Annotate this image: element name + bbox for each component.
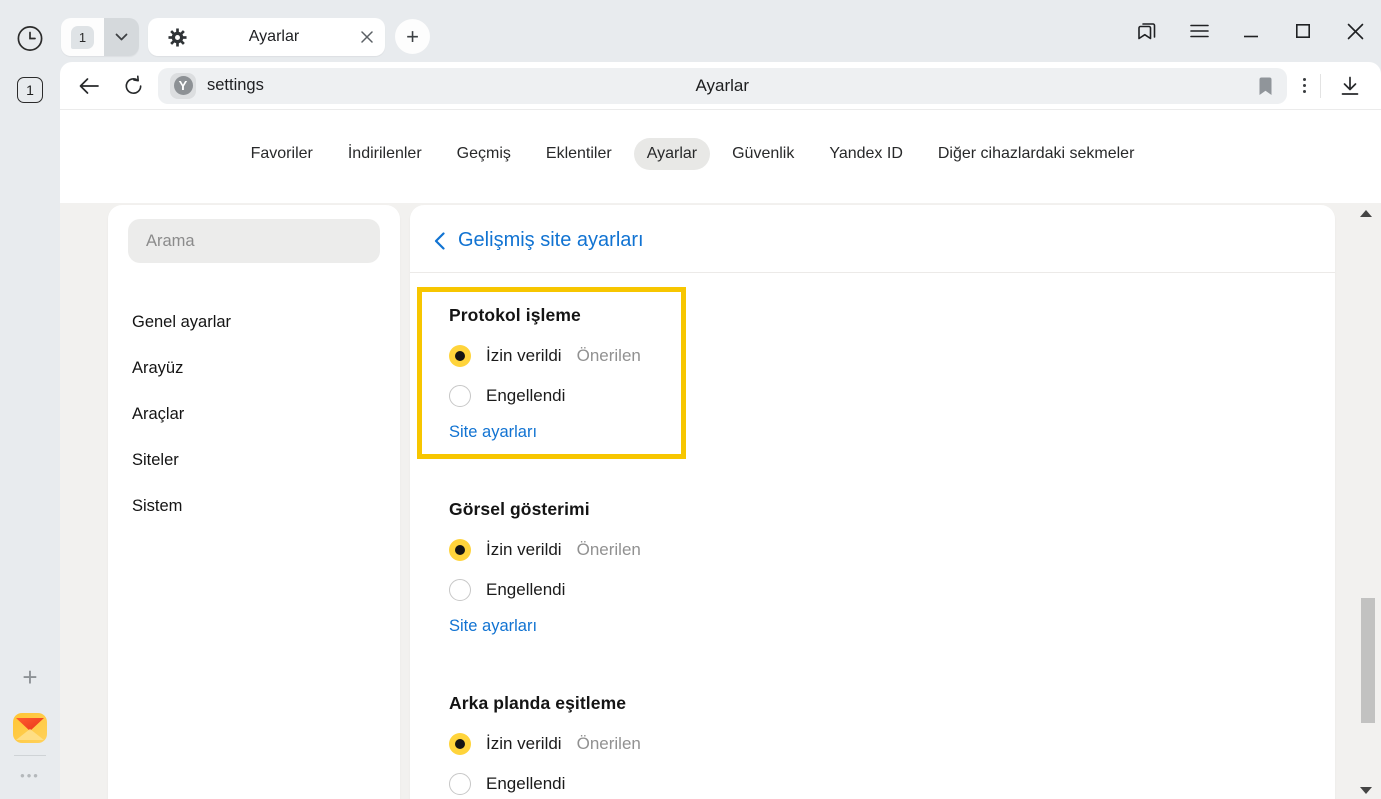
- section-title: Protokol işleme: [449, 305, 681, 326]
- sidebar-item-araclar[interactable]: Araçlar: [128, 395, 380, 434]
- section-page-title: Gelişmiş site ayarları: [458, 229, 644, 252]
- settings-nav: Favoriler İndirilenler Geçmiş Eklentiler…: [60, 138, 1325, 170]
- section-arka-planda-esitleme: Arka planda eşitleme İzin verildi Öneril…: [417, 675, 686, 799]
- radio-option-engellendi[interactable]: Engellendi: [449, 376, 681, 416]
- yandex-mail-icon[interactable]: [12, 710, 48, 746]
- search-input[interactable]: [128, 219, 380, 263]
- nav-tab-favoriler[interactable]: Favoriler: [238, 138, 326, 170]
- recommended-hint: Önerilen: [577, 734, 641, 754]
- maximize-icon[interactable]: [1277, 9, 1329, 53]
- tab-close-icon[interactable]: [361, 31, 373, 43]
- browser-window: Y settings Ayarlar Favoriler İndirilenle…: [60, 62, 1381, 799]
- rail-divider: [14, 755, 46, 756]
- advanced-site-settings-header[interactable]: Gelişmiş site ayarları: [410, 205, 1335, 273]
- panels-bookmarks-icon[interactable]: [1121, 9, 1173, 53]
- radio-selected-icon[interactable]: [449, 733, 471, 755]
- section-gorsel-gosterimi: Görsel gösterimi İzin verildi Önerilen E…: [417, 481, 686, 653]
- page-title: Ayarlar: [158, 76, 1287, 96]
- menu-icon[interactable]: [1173, 9, 1225, 53]
- scroll-down-icon[interactable]: [1360, 787, 1372, 794]
- recommended-hint: Önerilen: [577, 540, 641, 560]
- tab-title: Ayarlar: [187, 28, 361, 46]
- tabs-count-button[interactable]: 1: [17, 77, 43, 103]
- radio-option-izin-verildi[interactable]: İzin verildi Önerilen: [449, 336, 681, 376]
- radio-unselected-icon[interactable]: [449, 385, 471, 407]
- settings-page: Favoriler İndirilenler Geçmiş Eklentiler…: [60, 110, 1381, 799]
- section-title: Görsel gösterimi: [449, 499, 681, 520]
- section-protokol-isleme highlight-box: Protokol işleme İzin verildi Önerilen En…: [417, 287, 686, 459]
- site-favicon-yandex: Y: [170, 73, 196, 99]
- left-rail: 1 + •••: [0, 0, 60, 799]
- scrollbar-thumb[interactable]: [1361, 598, 1375, 723]
- downloads-icon[interactable]: [1335, 71, 1365, 101]
- radio-option-izin-verildi[interactable]: İzin verildi Önerilen: [449, 724, 681, 764]
- address-bar[interactable]: Y settings Ayarlar: [158, 68, 1287, 104]
- new-tab-button[interactable]: +: [395, 19, 430, 54]
- nav-tab-indirilenler[interactable]: İndirilenler: [335, 138, 435, 170]
- tab-group-count[interactable]: 1: [61, 18, 104, 56]
- toolbar-divider: [1320, 74, 1321, 98]
- chevron-down-icon: [115, 33, 128, 41]
- settings-main-panel: Gelişmiş site ayarları Protokol işleme İ…: [410, 205, 1335, 799]
- tab-group-control[interactable]: 1: [61, 18, 139, 56]
- back-icon[interactable]: [74, 71, 104, 101]
- radio-selected-icon[interactable]: [449, 345, 471, 367]
- back-chevron-icon: [434, 232, 445, 250]
- recommended-hint: Önerilen: [577, 346, 641, 366]
- more-options-icon[interactable]: [1303, 75, 1307, 96]
- sidebar-item-sistem[interactable]: Sistem: [128, 487, 380, 526]
- scroll-up-icon[interactable]: [1360, 210, 1372, 217]
- browser-tab-ayarlar[interactable]: Ayarlar: [148, 18, 385, 56]
- radio-unselected-icon[interactable]: [449, 579, 471, 601]
- radio-option-izin-verildi[interactable]: İzin verildi Önerilen: [449, 530, 681, 570]
- radio-selected-icon[interactable]: [449, 539, 471, 561]
- radio-option-engellendi[interactable]: Engellendi: [449, 570, 681, 610]
- rail-more-icon[interactable]: •••: [14, 768, 46, 782]
- nav-tab-ayarlar[interactable]: Ayarlar: [634, 138, 710, 170]
- close-window-icon[interactable]: [1329, 9, 1381, 53]
- tab-strip: 1 Ayarlar: [60, 0, 1381, 62]
- reload-icon[interactable]: [118, 71, 148, 101]
- site-settings-link[interactable]: Site ayarları: [449, 423, 537, 442]
- tab-group-expand[interactable]: [104, 18, 139, 56]
- nav-tab-diger-cihazlar[interactable]: Diğer cihazlardaki sekmeler: [925, 138, 1148, 170]
- settings-sidebar: Genel ayarlar Arayüz Araçlar Siteler Sis…: [108, 205, 400, 799]
- site-settings-link[interactable]: Site ayarları: [449, 617, 537, 636]
- url-text: settings: [207, 76, 264, 95]
- minimize-icon[interactable]: [1225, 9, 1277, 53]
- bookmark-icon[interactable]: [1258, 77, 1273, 96]
- radio-option-engellendi[interactable]: Engellendi: [449, 764, 681, 799]
- sidebar-item-siteler[interactable]: Siteler: [128, 441, 380, 480]
- nav-tab-yandex-id[interactable]: Yandex ID: [816, 138, 916, 170]
- nav-tab-eklentiler[interactable]: Eklentiler: [533, 138, 625, 170]
- sidebar-list: Genel ayarlar Arayüz Araçlar Siteler Sis…: [128, 303, 380, 526]
- nav-tab-guvenlik[interactable]: Güvenlik: [719, 138, 807, 170]
- radio-unselected-icon[interactable]: [449, 773, 471, 795]
- history-icon[interactable]: [17, 25, 44, 52]
- rail-add-icon[interactable]: +: [16, 663, 44, 691]
- toolbar: Y settings Ayarlar: [60, 62, 1381, 110]
- sidebar-item-arayuz[interactable]: Arayüz: [128, 349, 380, 388]
- gear-icon: [168, 28, 187, 47]
- nav-tab-gecmis[interactable]: Geçmiş: [444, 138, 524, 170]
- section-title: Arka planda eşitleme: [449, 693, 681, 714]
- content-background: Genel ayarlar Arayüz Araçlar Siteler Sis…: [60, 203, 1381, 799]
- sidebar-item-genel-ayarlar[interactable]: Genel ayarlar: [128, 303, 380, 342]
